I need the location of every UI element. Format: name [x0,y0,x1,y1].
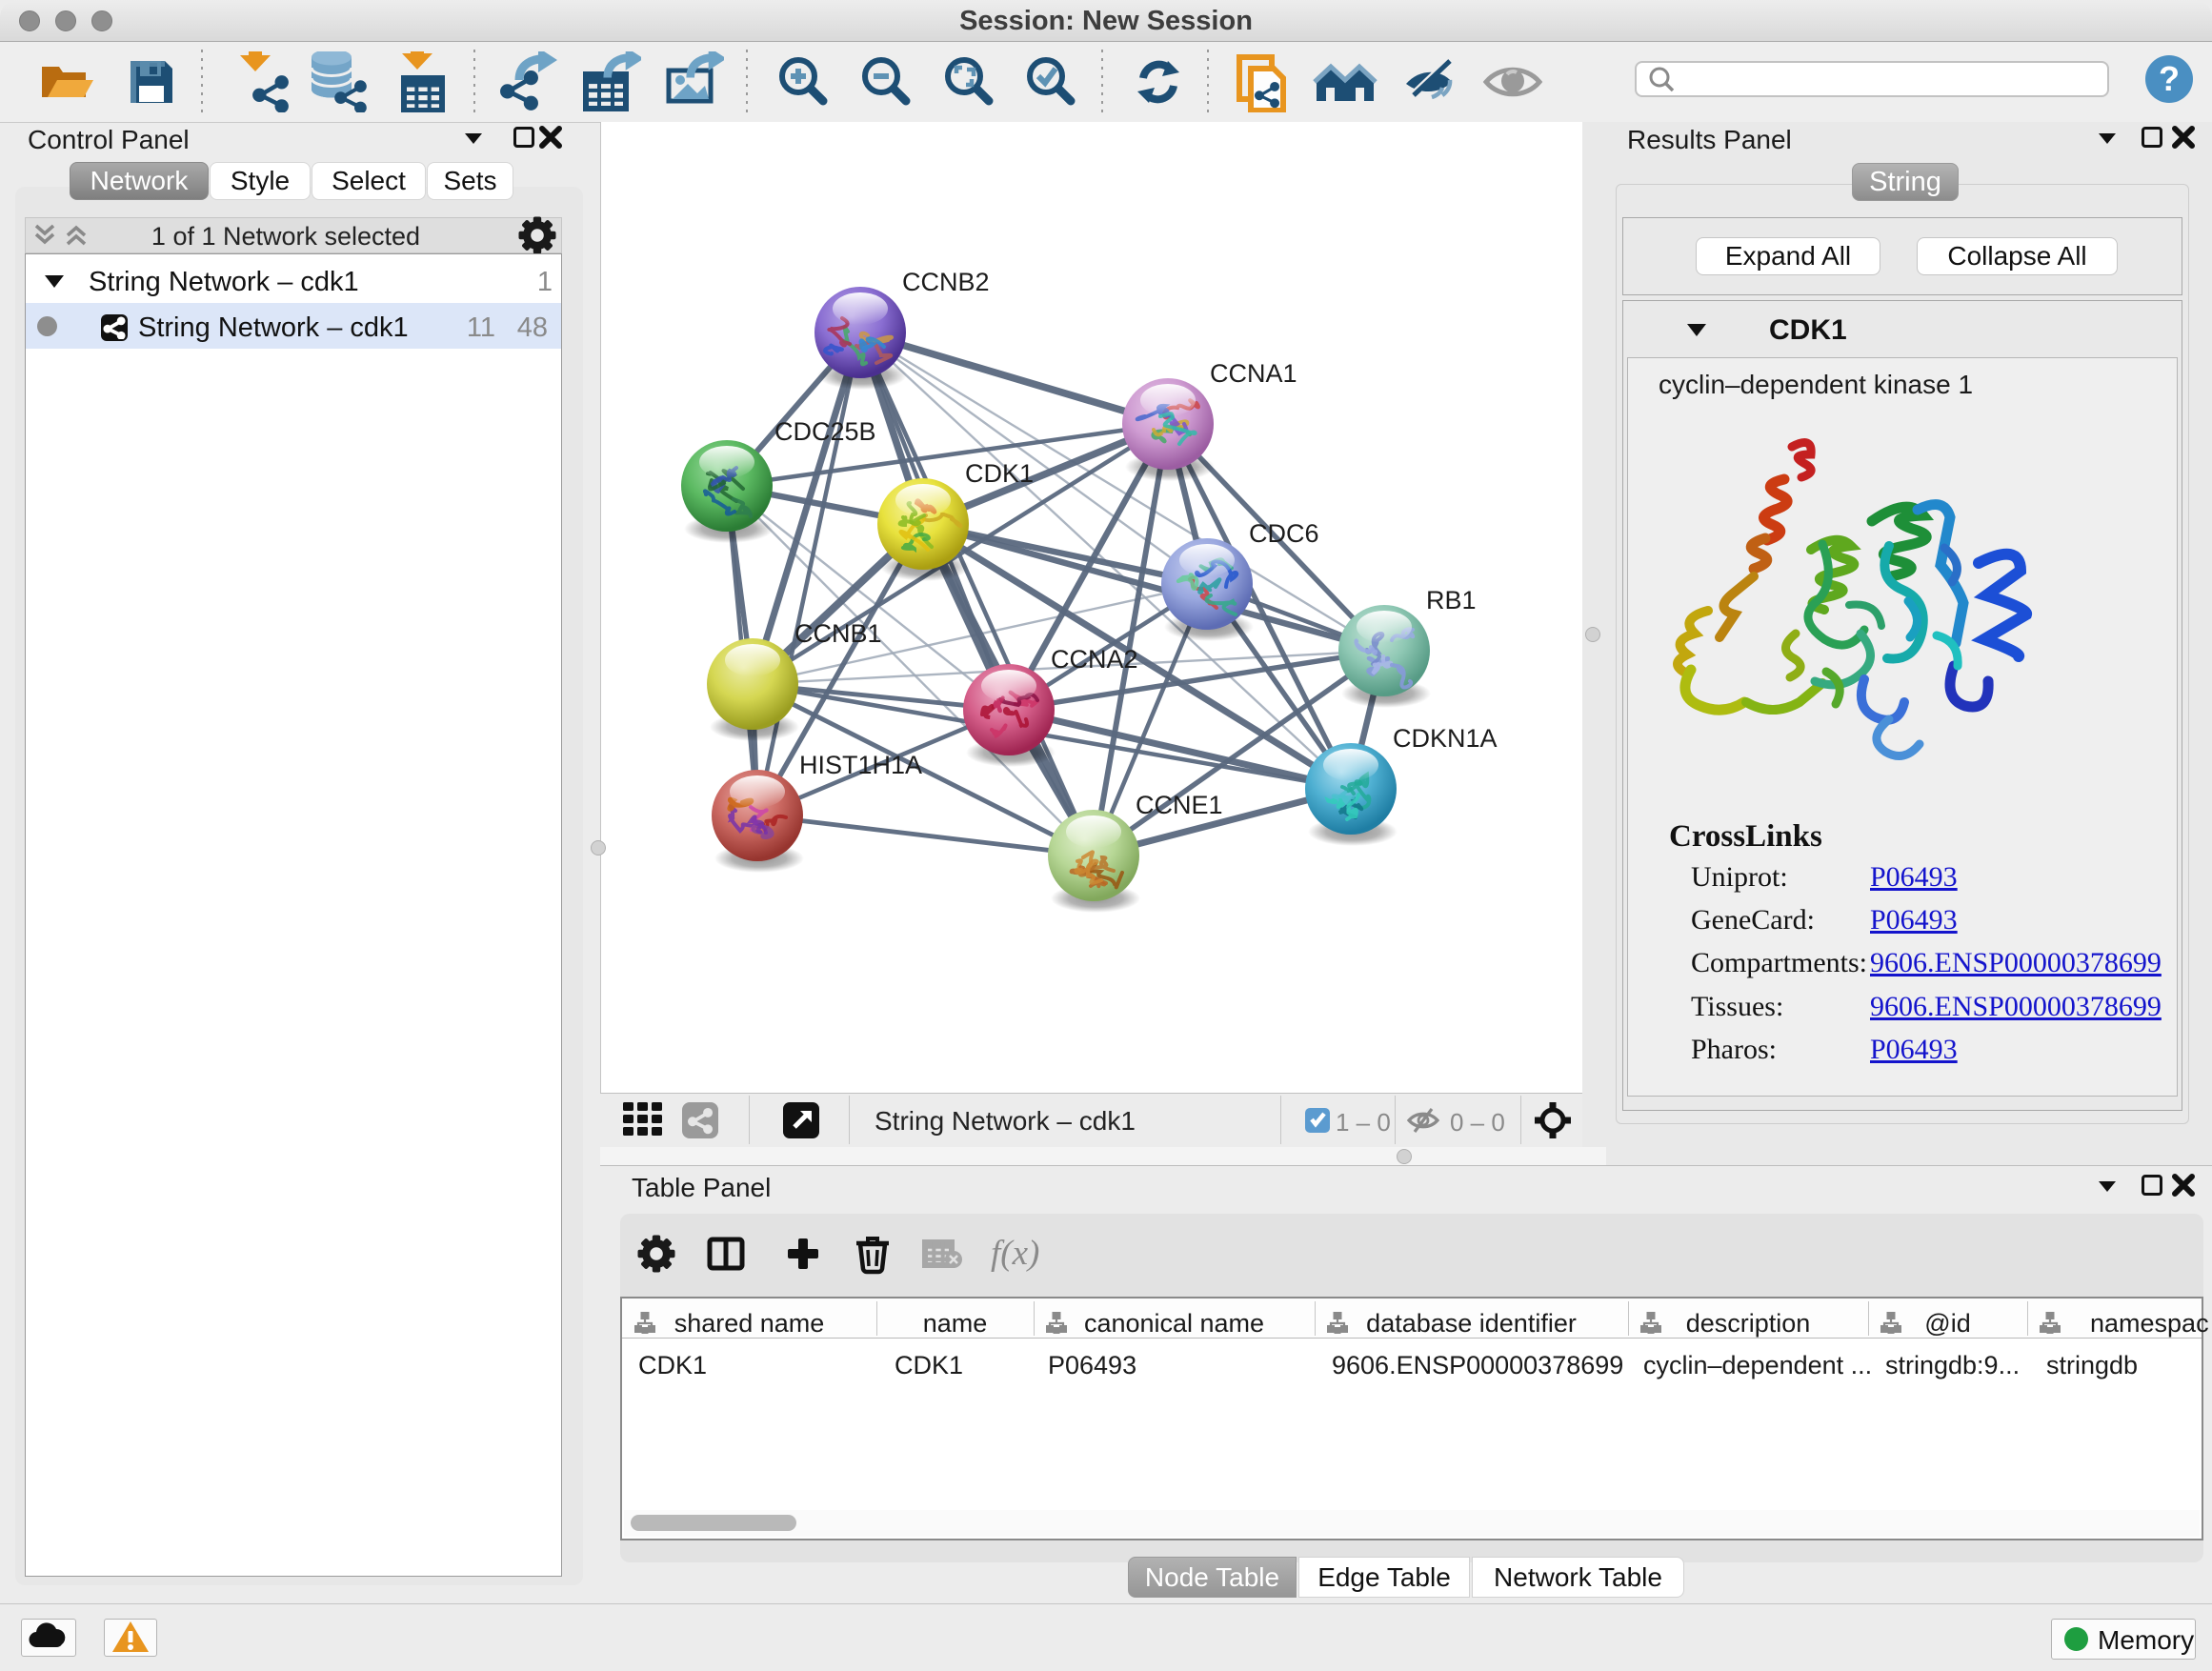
svg-text:CCNE1: CCNE1 [1136,791,1223,819]
svg-text:CDKN1A: CDKN1A [1393,724,1498,753]
svg-text:?: ? [2159,59,2180,98]
svg-text:HIST1H1A: HIST1H1A [799,751,922,779]
svg-text:CDC25B: CDC25B [774,417,876,446]
svg-text:CDC6: CDC6 [1249,519,1319,548]
svg-text:CCNB2: CCNB2 [902,268,990,296]
svg-text:CCNA1: CCNA1 [1210,359,1297,388]
svg-text:CCNB1: CCNB1 [794,619,882,648]
svg-text:CCNA2: CCNA2 [1051,645,1138,674]
svg-text:RB1: RB1 [1426,586,1477,614]
svg-text:CDK1: CDK1 [965,459,1034,488]
